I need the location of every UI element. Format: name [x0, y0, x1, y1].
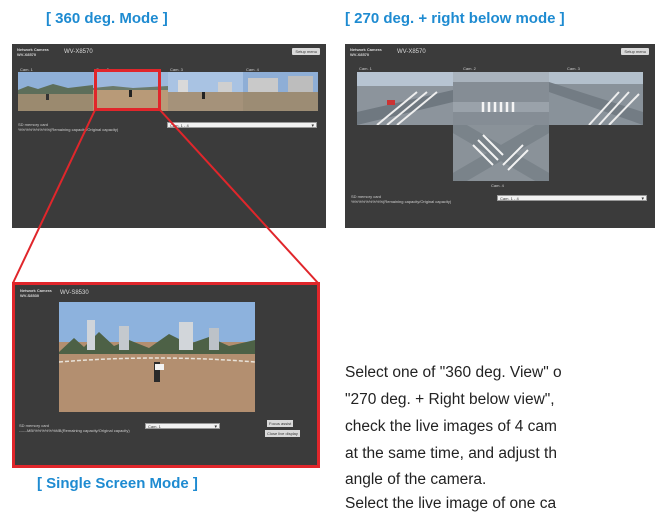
focus-assist-button[interactable]: Focus assist	[267, 420, 294, 427]
cam-label: Cam. 1	[20, 67, 33, 72]
panel-single-mode: Network Camera WV-S8530 WV-S8530 SD memor…	[15, 285, 317, 465]
panorama-strip	[18, 72, 318, 111]
cam-2-view[interactable]	[453, 72, 549, 125]
sd-card-label: SD memory card ------MB/%%%%%%MB(Remainin…	[19, 423, 130, 433]
setup-menu-button[interactable]: Setup menu	[292, 48, 320, 55]
model-name: WV-S8530	[60, 290, 89, 296]
brand-label: Network Camera WV-S8530	[20, 288, 52, 298]
camera-select[interactable]: Cam. 1 - 4	[497, 195, 647, 202]
close-live-display-button[interactable]: Close live display	[265, 430, 300, 437]
highlight-box	[94, 69, 161, 111]
single-live-view[interactable]	[59, 302, 255, 412]
description-line: "270 deg. + Right below view",	[345, 391, 555, 408]
camera-select[interactable]: Cam. 1 - 4	[167, 122, 317, 129]
cam-4-view[interactable]	[243, 72, 318, 111]
cam-label: Cam. 3	[170, 67, 183, 72]
cam-1-view[interactable]	[357, 72, 453, 125]
sd-card-label: SD memory card %%%%%%%%%(Remaining capaci…	[18, 122, 119, 132]
description-line: Select the live image of one ca	[345, 495, 557, 512]
description-line: Select one of "360 deg. View" o	[345, 364, 562, 381]
setup-menu-button[interactable]: Setup menu	[621, 48, 649, 55]
brand-label: Network Camera WV-X8570	[17, 47, 49, 57]
cam-label: Cam. 4	[491, 183, 504, 188]
cam-3-view[interactable]	[549, 72, 643, 125]
cam-label: Cam. 4	[246, 67, 259, 72]
panel-270-mode: Network Camera WV-X8570 WV-X8570 Setup me…	[345, 44, 655, 228]
cam-label: Cam. 3	[567, 66, 580, 71]
cam-4-view[interactable]	[453, 125, 549, 181]
cam-3-view[interactable]	[168, 72, 243, 111]
cam-label: Cam. 2	[463, 66, 476, 71]
description-line: check the live images of 4 cam	[345, 418, 557, 435]
model-name: WV-X8570	[397, 49, 426, 55]
caption-360-mode: [ 360 deg. Mode ]	[46, 10, 168, 27]
caption-270-mode: [ 270 deg. + right below mode ]	[345, 10, 565, 27]
cam-1-view[interactable]	[18, 72, 93, 111]
brand-label: Network Camera WV-X8570	[350, 47, 382, 57]
sd-card-label: SD memory card %%%%%%%%%(Remaining capaci…	[351, 194, 452, 204]
model-name: WV-X8570	[64, 49, 93, 55]
description-line: at the same time, and adjust th	[345, 445, 557, 462]
panel-360-mode: Network Camera WV-X8570 WV-X8570 Setup me…	[12, 44, 326, 228]
camera-select[interactable]: Cam. 1	[145, 423, 220, 430]
caption-single-mode: [ Single Screen Mode ]	[37, 475, 198, 492]
cam-label: Cam. 1	[359, 66, 372, 71]
description-line: angle of the camera.	[345, 471, 487, 488]
